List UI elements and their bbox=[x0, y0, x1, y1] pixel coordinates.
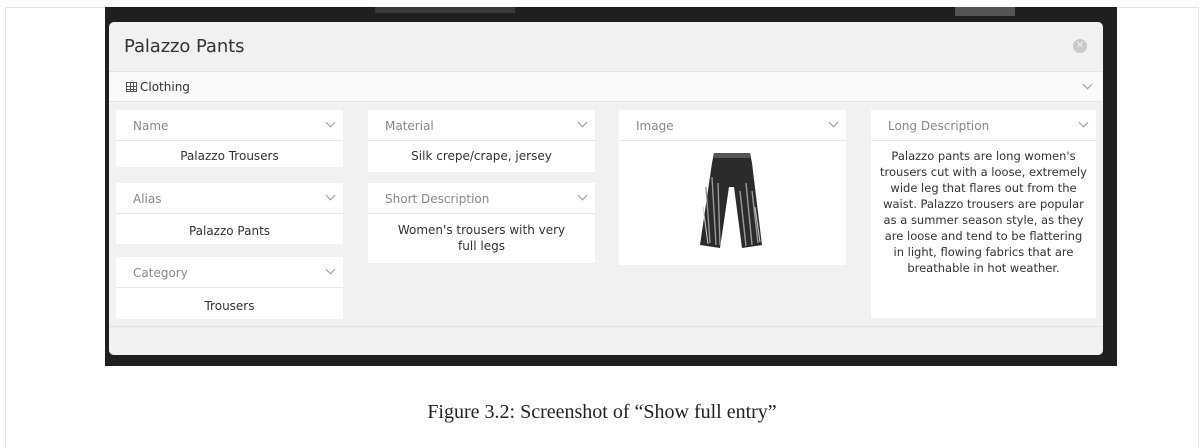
field-value: Trousers bbox=[204, 299, 255, 313]
chevron-down-icon[interactable] bbox=[577, 117, 588, 128]
chevron-down-icon[interactable] bbox=[325, 117, 336, 128]
entry-modal: Palazzo Pants ✕ Clothing Name Palazzo Tr… bbox=[109, 22, 1103, 355]
modal-title: Palazzo Pants bbox=[124, 36, 245, 57]
modal-header: Palazzo Pants ✕ bbox=[109, 22, 1103, 72]
chevron-down-icon[interactable] bbox=[325, 190, 336, 201]
field-card-alias: Alias Palazzo Pants bbox=[116, 183, 343, 244]
field-card-long-description: Long Description Palazzo pants are long … bbox=[871, 110, 1096, 318]
field-card-header[interactable]: Long Description bbox=[871, 110, 1096, 141]
close-icon[interactable]: ✕ bbox=[1073, 39, 1087, 53]
field-label: Name bbox=[133, 119, 169, 133]
field-value: Palazzo Trousers bbox=[180, 149, 279, 163]
table-icon bbox=[126, 82, 137, 92]
category-label: Clothing bbox=[140, 80, 190, 94]
field-label: Long Description bbox=[888, 119, 990, 133]
background-patch bbox=[955, 7, 1015, 16]
background-patch bbox=[375, 7, 515, 13]
figure-caption: Figure 3.2: Screenshot of “Show full ent… bbox=[427, 401, 777, 423]
field-card-header[interactable]: Alias bbox=[116, 183, 343, 214]
field-label: Material bbox=[385, 119, 434, 133]
field-card-name: Name Palazzo Trousers bbox=[116, 110, 343, 167]
chevron-down-icon[interactable] bbox=[828, 117, 839, 128]
chevron-down-icon[interactable] bbox=[1082, 79, 1093, 90]
chevron-down-icon[interactable] bbox=[577, 190, 588, 201]
field-label: Short Description bbox=[385, 192, 490, 206]
field-card-short-description: Short Description Women's trousers with … bbox=[368, 183, 595, 263]
palazzo-pants-image[interactable] bbox=[692, 147, 772, 255]
field-card-header[interactable]: Image bbox=[619, 110, 846, 141]
field-value: Palazzo pants are long women's trousers … bbox=[880, 149, 1087, 275]
field-value: Women's trousers with very full legs bbox=[397, 223, 566, 253]
chevron-down-icon[interactable] bbox=[325, 264, 336, 275]
field-card-category: Category Trousers bbox=[116, 257, 343, 319]
field-value: Palazzo Pants bbox=[188, 224, 271, 238]
field-card-header[interactable]: Material bbox=[368, 110, 595, 141]
modal-footer bbox=[109, 326, 1103, 355]
field-card-material: Material Silk crepe/crape, jersey bbox=[368, 110, 595, 172]
field-card-header[interactable]: Category bbox=[116, 257, 343, 288]
category-bar[interactable]: Clothing bbox=[109, 72, 1103, 102]
field-label: Category bbox=[133, 266, 188, 280]
field-label: Alias bbox=[133, 192, 162, 206]
chevron-down-icon[interactable] bbox=[1078, 117, 1089, 128]
field-card-header[interactable]: Name bbox=[116, 110, 343, 141]
field-label: Image bbox=[636, 119, 674, 133]
field-card-header[interactable]: Short Description bbox=[368, 183, 595, 214]
field-value: Silk crepe/crape, jersey bbox=[411, 149, 552, 163]
field-card-image: Image bbox=[619, 110, 846, 265]
